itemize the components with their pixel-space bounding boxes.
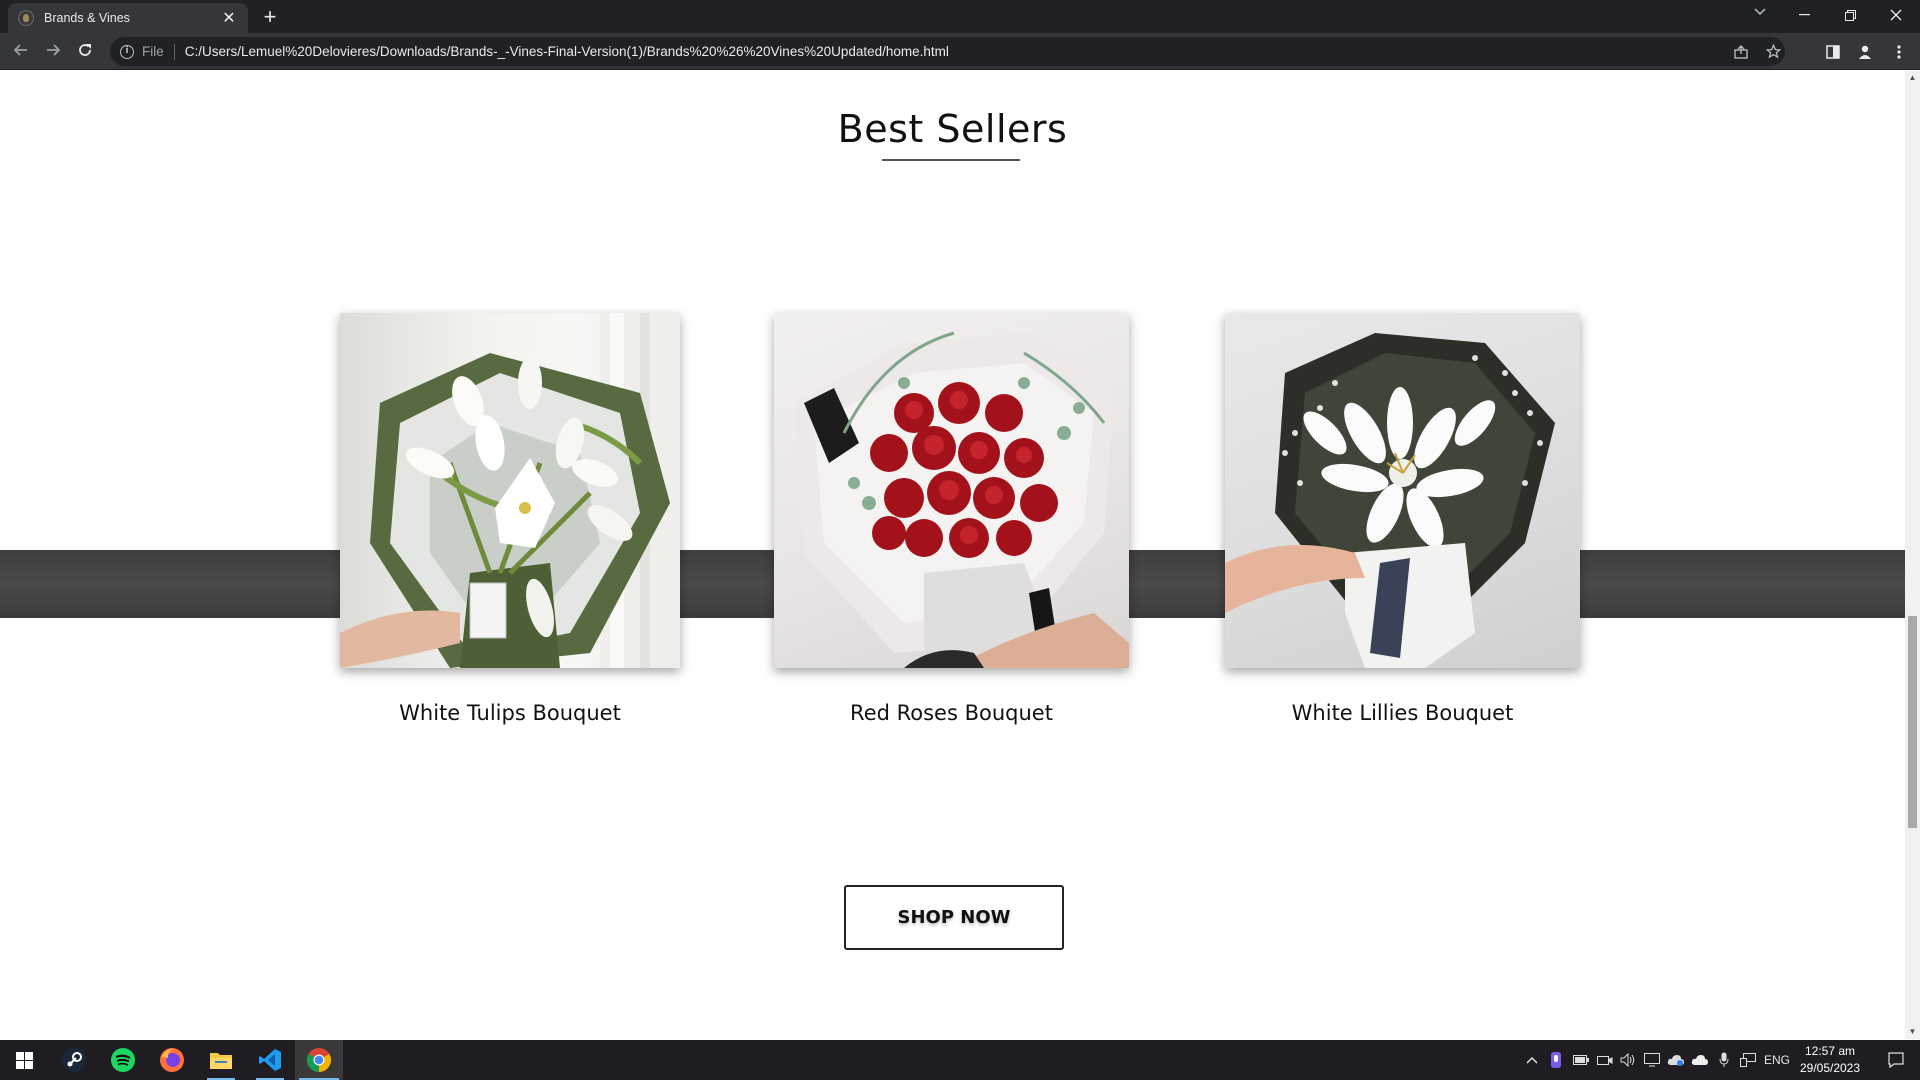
camera-icon[interactable] [1594,1040,1616,1080]
shop-now-button[interactable]: SHOP NOW [844,885,1064,950]
product-image-red-roses[interactable] [774,313,1129,668]
white-tulips-bouquet-image [340,313,680,668]
profile-avatar-icon[interactable] [1852,39,1878,65]
language-indicator[interactable]: ENG [1762,1040,1792,1080]
scroll-up-arrow-icon[interactable]: ▲ [1905,71,1920,85]
network-icon[interactable] [1737,1040,1759,1080]
site-info-icon[interactable]: i [120,44,134,59]
clock-date: 29/05/2023 [1799,1061,1861,1075]
back-arrow-icon[interactable] [8,39,34,65]
url-text[interactable]: C:/Users/Lemuel%20Delovieres/Downloads/B… [185,44,1785,59]
reload-icon[interactable] [72,39,98,65]
new-tab-button[interactable]: + [258,5,282,29]
product-name[interactable]: White Lillies Bouquet [1225,701,1580,725]
microphone-app-icon[interactable] [1545,1040,1567,1080]
volume-icon[interactable] [1617,1040,1639,1080]
minimize-window-icon[interactable] [1781,0,1827,30]
product-card-red-roses[interactable]: Red Roses Bouquet [774,313,1129,725]
battery-icon[interactable] [1570,1040,1592,1080]
restore-window-icon[interactable] [1827,0,1873,30]
windows-taskbar: ENG 12:57 am 29/05/2023 [0,1040,1920,1080]
display-settings-icon[interactable] [1641,1040,1663,1080]
file-scheme-label: File [142,43,175,60]
section-title: Best Sellers [837,107,1068,151]
browser-tabstrip: Brands & Vines ✕ + [0,0,1920,33]
onedrive-personal-cloud-icon[interactable] [1689,1040,1711,1080]
browser-toolbar: i File C:/Users/Lemuel%20Delovieres/Down… [0,33,1920,70]
scrollbar-thumb[interactable] [1908,616,1917,828]
tab-title: Brands & Vines [44,11,130,25]
side-panel-icon[interactable] [1820,39,1846,65]
chrome-icon[interactable] [295,1040,343,1080]
product-card-white-lillies[interactable]: White Lillies Bouquet [1225,313,1580,725]
address-bar[interactable]: i File C:/Users/Lemuel%20Delovieres/Down… [110,37,1785,66]
spotify-icon[interactable] [99,1040,147,1080]
microphone-icon[interactable] [1713,1040,1735,1080]
page-viewport: Best Sellers White Tulips Bouquet Red Ro… [0,71,1905,1039]
file-explorer-icon[interactable] [197,1040,245,1080]
tab-search-icon[interactable] [1748,5,1772,19]
firefox-icon[interactable] [148,1040,196,1080]
product-image-white-lillies[interactable] [1225,313,1580,668]
chrome-menu-icon[interactable] [1886,39,1912,65]
onedrive-cloud-icon[interactable] [1665,1040,1687,1080]
notifications-icon[interactable] [1876,1040,1916,1080]
clock-time: 12:57 am [1804,1044,1856,1058]
site-favicon-icon [18,10,34,26]
product-name[interactable]: White Tulips Bouquet [340,701,680,725]
product-name[interactable]: Red Roses Bouquet [774,701,1129,725]
steam-icon[interactable] [50,1040,98,1080]
product-image-white-tulips[interactable] [340,313,680,668]
system-clock[interactable]: 12:57 am 29/05/2023 [1790,1043,1870,1077]
share-icon[interactable] [1728,37,1754,66]
page-scrollbar[interactable]: ▲ ▼ [1905,71,1920,1039]
red-roses-bouquet-image [794,331,1129,668]
scroll-down-arrow-icon[interactable]: ▼ [1905,1025,1920,1039]
title-underline [882,159,1020,161]
bookmark-star-icon[interactable] [1760,37,1786,66]
close-window-icon[interactable] [1873,0,1919,30]
vscode-icon[interactable] [246,1040,294,1080]
tab-close-icon[interactable]: ✕ [220,8,238,28]
browser-tab[interactable]: Brands & Vines ✕ [8,3,248,33]
windows-start-icon[interactable] [0,1040,48,1080]
white-lillies-bouquet-image [1225,333,1555,668]
show-hidden-icons-chevron-icon[interactable] [1522,1040,1542,1080]
forward-arrow-icon[interactable] [40,39,66,65]
product-card-white-tulips[interactable]: White Tulips Bouquet [340,313,680,725]
